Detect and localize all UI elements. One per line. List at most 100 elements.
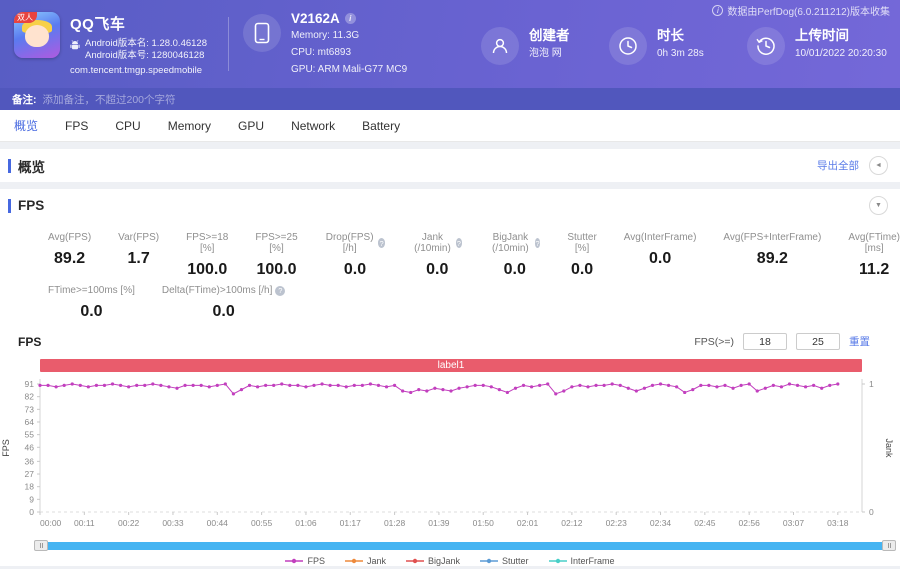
fps-section-header: FPS ▼: [0, 189, 900, 222]
svg-text:03:07: 03:07: [783, 518, 805, 528]
svg-text:73: 73: [25, 404, 35, 414]
overview-section-header: 概览 导出全部 ◄: [0, 149, 900, 182]
metric: FPS>=25 [%]100.0: [255, 232, 297, 279]
chart-legend: FPS Jank BigJank Stutter InterFrame: [0, 556, 900, 566]
app-version-name: Android版本名: 1.28.0.46128: [85, 38, 207, 50]
device-cpu: CPU: mt6893: [291, 46, 407, 60]
metric: Stutter [%]0.0: [567, 232, 596, 279]
legend-item-InterFrame[interactable]: InterFrame: [549, 556, 615, 566]
svg-text:02:56: 02:56: [739, 518, 761, 528]
metric-value: 0.0: [412, 261, 462, 279]
tab-GPU[interactable]: GPU: [238, 119, 264, 133]
info-icon: i: [712, 5, 723, 16]
metric-label: FPS>=25 [%]: [255, 232, 297, 254]
svg-text:02:12: 02:12: [561, 518, 583, 528]
metric: Avg(FPS)89.2: [48, 232, 91, 279]
app-icon-art: [25, 25, 49, 47]
metric-label: Jank (/10min)?: [412, 232, 462, 254]
svg-text:02:34: 02:34: [650, 518, 672, 528]
metric-value: 0.0: [162, 303, 286, 321]
svg-text:00:00: 00:00: [40, 518, 62, 528]
collapse-down-button[interactable]: ▼: [869, 196, 888, 215]
device-info-icon[interactable]: i: [345, 13, 356, 24]
creator-block: 创建者 泡泡 网: [481, 24, 609, 65]
svg-text:46: 46: [25, 442, 35, 452]
metric-label: FPS>=18 [%]: [186, 232, 228, 254]
legend-label: InterFrame: [571, 556, 615, 566]
app-package: com.tencent.tmgp.speedmobile: [70, 65, 207, 76]
collect-note-text: 数据由PerfDog(6.0.211212)版本收集: [727, 3, 890, 18]
threshold-input-2[interactable]: [796, 333, 840, 350]
fps-chart[interactable]: 091827364655647382910100:0000:1100:2200:…: [0, 372, 900, 532]
tab-bar: 概览 FPS CPU Memory GPU Network Battery: [0, 110, 900, 142]
legend-marker: [285, 557, 303, 565]
metric-value: 0.0: [48, 303, 135, 321]
app-icon: 双人: [14, 12, 60, 58]
metric-value: 0.0: [624, 250, 697, 268]
metric: Avg(InterFrame)0.0: [624, 232, 697, 279]
device-block: V2162A i Memory: 11.3G CPU: mt6893 GPU: …: [243, 11, 481, 77]
metric-label: FTime>=100ms [%]: [48, 285, 135, 296]
svg-text:9: 9: [29, 494, 34, 504]
metric-label: Avg(FPS+InterFrame): [723, 232, 821, 243]
svg-text:0: 0: [869, 507, 874, 517]
overview-title: 概览: [18, 156, 45, 176]
svg-text:01:28: 01:28: [384, 518, 406, 528]
tab-Memory[interactable]: Memory: [168, 119, 211, 133]
notes-bar[interactable]: 备注: 添加备注，不超过200个字符: [0, 88, 900, 110]
legend-marker: [480, 557, 498, 565]
svg-text:18: 18: [25, 482, 35, 492]
legend-item-FPS[interactable]: FPS: [285, 556, 325, 566]
tab-CPU[interactable]: CPU: [115, 119, 140, 133]
legend-item-Stutter[interactable]: Stutter: [480, 556, 529, 566]
metric-label: Drop(FPS) [/h]?: [325, 232, 386, 254]
tab-FPS[interactable]: FPS: [65, 119, 88, 133]
metric-value: 89.2: [48, 250, 91, 268]
chevron-left-icon: ◄: [875, 162, 882, 169]
fps-title: FPS: [18, 198, 44, 213]
tab-概览[interactable]: 概览: [14, 117, 38, 134]
legend-item-Jank[interactable]: Jank: [345, 556, 386, 566]
metric: FPS>=18 [%]100.0: [186, 232, 228, 279]
metric: Delta(FTime)>100ms [/h]?0.0: [162, 285, 286, 321]
tab-Battery[interactable]: Battery: [362, 119, 400, 133]
svg-text:00:11: 00:11: [74, 518, 95, 528]
help-icon[interactable]: ?: [378, 238, 386, 248]
legend-label: BigJank: [428, 556, 460, 566]
svg-text:02:45: 02:45: [694, 518, 716, 528]
metric: BigJank (/10min)? 0.0: [489, 232, 540, 279]
app-name: QQ飞车: [70, 13, 207, 34]
metric-value: 11.2: [848, 261, 900, 279]
svg-text:02:01: 02:01: [517, 518, 539, 528]
metric-label: Var(FPS): [118, 232, 159, 243]
help-icon[interactable]: ?: [275, 286, 285, 296]
metric-value: 0.0: [489, 261, 540, 279]
svg-text:01:50: 01:50: [473, 518, 495, 528]
svg-text:00:55: 00:55: [251, 518, 273, 528]
metric-label: BigJank (/10min)?: [489, 232, 540, 254]
legend-marker: [549, 557, 567, 565]
creator-label: 创建者: [529, 24, 570, 44]
reset-link[interactable]: 重置: [849, 334, 870, 349]
tab-Network[interactable]: Network: [291, 119, 335, 133]
svg-text:01:17: 01:17: [340, 518, 362, 528]
app-icon-badge: 双人: [14, 12, 37, 23]
svg-text:36: 36: [25, 456, 35, 466]
help-icon[interactable]: ?: [535, 238, 541, 248]
scrollbar-left-handle[interactable]: [34, 540, 48, 551]
help-icon[interactable]: ?: [456, 238, 463, 248]
collapse-left-button[interactable]: ◄: [869, 156, 888, 175]
export-all-link[interactable]: 导出全部: [817, 158, 859, 173]
metric: Avg(FTime) [ms]11.2: [848, 232, 900, 279]
legend-item-BigJank[interactable]: BigJank: [406, 556, 460, 566]
scrollbar-track[interactable]: [42, 542, 888, 550]
threshold-input-1[interactable]: [743, 333, 787, 350]
svg-text:91: 91: [25, 379, 35, 389]
metric: Var(FPS)1.7: [118, 232, 159, 279]
fps-panel: FPS ▼ Avg(FPS)89.2 Var(FPS)1.7 FPS>=18 [%]…: [0, 189, 900, 566]
chart-controls: FPS FPS(>=) 重置: [0, 321, 900, 350]
upload-value: 10/01/2022 20:20:30: [795, 47, 887, 61]
chart-scrollbar[interactable]: [34, 540, 896, 551]
legend-label: Jank: [367, 556, 386, 566]
scrollbar-right-handle[interactable]: [882, 540, 896, 551]
